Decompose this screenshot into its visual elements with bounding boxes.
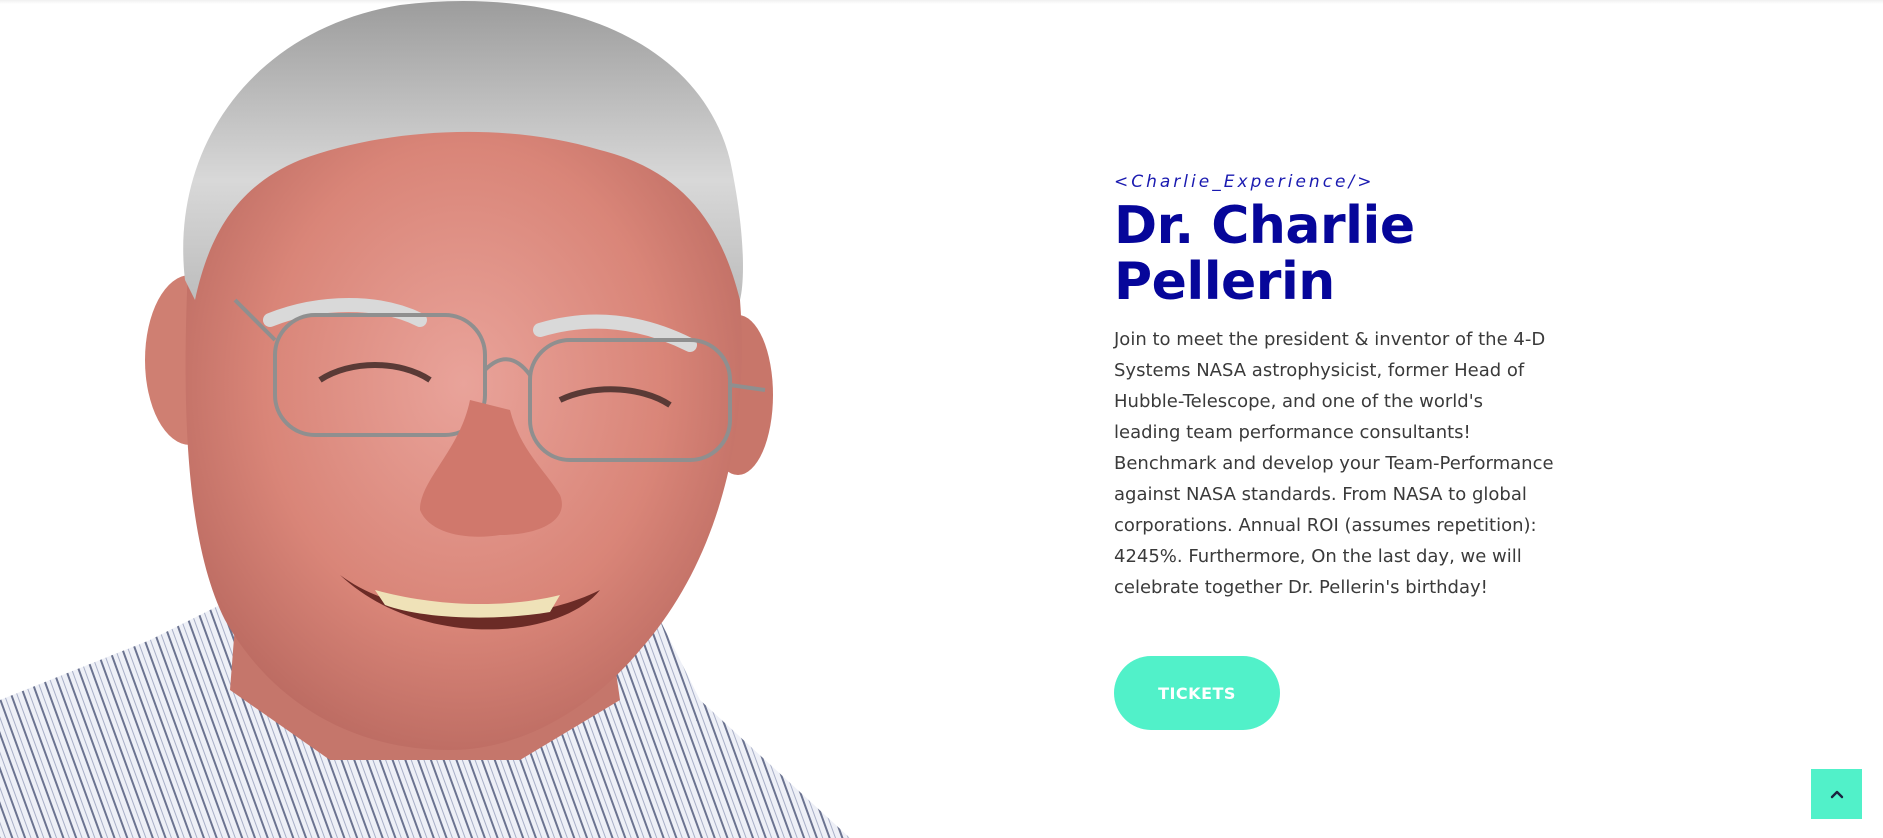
speaker-description: Join to meet the president & inventor of… <box>1114 329 1554 598</box>
speaker-name-line1: Dr. Charlie <box>1114 196 1415 256</box>
tickets-button[interactable]: TICKETS <box>1114 656 1280 730</box>
speaker-tag: <Charlie_Experience/> <box>1114 172 1375 192</box>
chevron-up-icon <box>1830 787 1844 802</box>
speaker-portrait <box>0 0 860 838</box>
speaker-name: Dr. Charlie Pellerin <box>1114 198 1564 310</box>
scroll-to-top-button[interactable] <box>1811 769 1862 819</box>
speaker-info: <Charlie_Experience/> Dr. Charlie Peller… <box>1114 172 1564 603</box>
speaker-name-line2: Pellerin <box>1114 252 1335 312</box>
